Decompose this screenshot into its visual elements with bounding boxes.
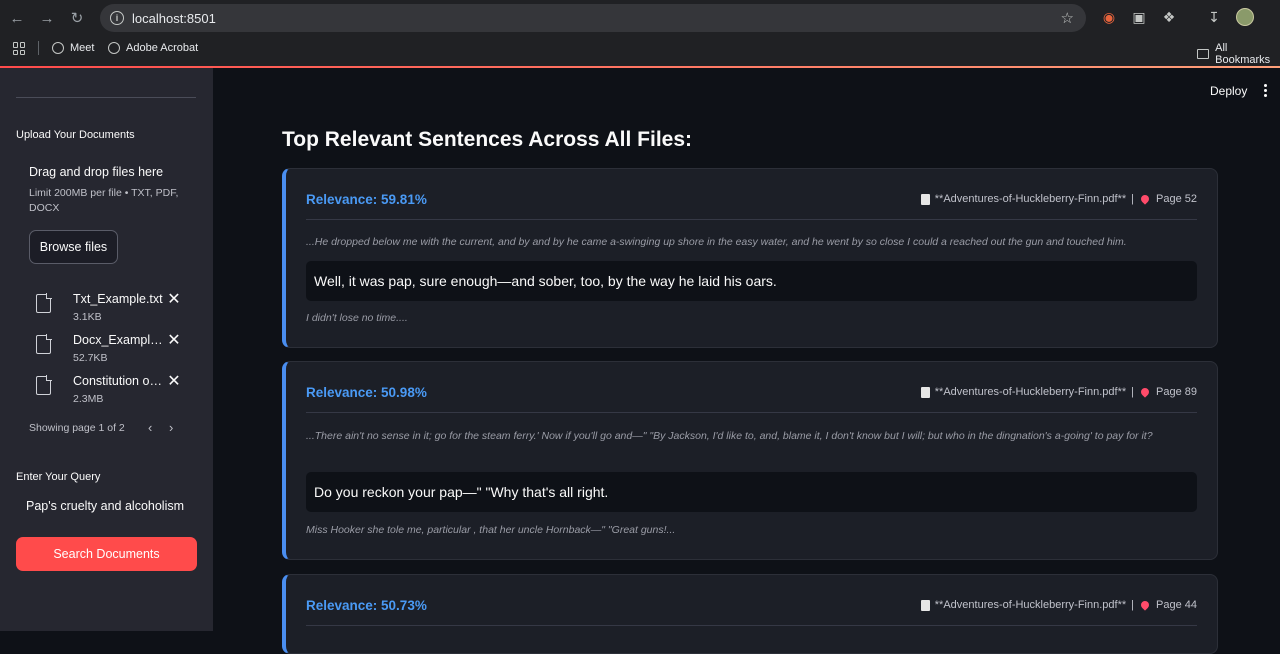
reload-icon[interactable]: ↻ xyxy=(62,3,92,33)
source-separator: | xyxy=(1131,599,1135,611)
sidebar-divider xyxy=(16,97,196,98)
bookmark-meet[interactable]: Meet xyxy=(52,42,94,54)
context-before: ...There ain't no sense in it; go for th… xyxy=(306,430,1153,442)
remove-file-icon[interactable]: ✕ xyxy=(167,333,181,349)
file-name: Constitution of India.pdf xyxy=(73,374,165,388)
matched-sentence: Well, it was pap, sure enough—and sober,… xyxy=(306,261,1197,301)
browser-chrome: ← → ↻ i localhost:8501 ☆ ◉ ▣ ❖ ↧ Meet Ad… xyxy=(0,0,1280,66)
folder-icon xyxy=(1197,49,1210,59)
dropzone-title: Drag and drop files here xyxy=(29,165,164,179)
all-bookmarks-label: All Bookmarks xyxy=(1215,42,1271,66)
result-card: Relevance: 59.81% **Adventures-of-Huckle… xyxy=(282,168,1218,348)
bookmark-label: Adobe Acrobat xyxy=(126,42,199,54)
uploaded-file: Constitution of India.pdf 2.3MB ✕ xyxy=(34,374,194,410)
main-menu-icon[interactable] xyxy=(1264,84,1268,97)
result-card: Relevance: 50.98% **Adventures-of-Huckle… xyxy=(282,361,1218,560)
address-bar[interactable]: i localhost:8501 ☆ xyxy=(100,4,1086,32)
query-input[interactable]: Pap's cruelty and alcoholism xyxy=(26,499,184,513)
deploy-button[interactable]: Deploy xyxy=(1210,84,1247,98)
remove-file-icon[interactable]: ✕ xyxy=(167,374,181,390)
matched-sentence: Do you reckon your pap—" "Why that's all… xyxy=(306,472,1197,512)
url-text: localhost:8501 xyxy=(132,10,216,26)
bookmark-label: Meet xyxy=(70,42,95,54)
file-size: 2.3MB xyxy=(73,393,104,405)
pin-icon xyxy=(1139,386,1151,398)
extensions-puzzle-icon[interactable]: ❖ xyxy=(1160,8,1178,26)
source-page: Page 89 xyxy=(1156,386,1197,398)
result-source: **Adventures-of-Huckleberry-Finn.pdf** |… xyxy=(920,193,1197,205)
pin-icon xyxy=(1139,599,1151,611)
document-icon xyxy=(920,386,930,398)
card-divider xyxy=(306,625,1197,626)
relevance-score: Relevance: 59.81% xyxy=(306,192,427,207)
uploaded-file: Docx_Example.docx 52.7KB ✕ xyxy=(34,333,194,369)
dropzone-limit: Limit 200MB per file • TXT, PDF, DOCX xyxy=(29,187,179,214)
bookmarks-bar: Meet Adobe Acrobat All Bookmarks xyxy=(0,36,1280,66)
sidebar: Upload Your Documents Drag and drop file… xyxy=(0,68,213,631)
upload-label: Upload Your Documents xyxy=(16,129,135,141)
source-separator: | xyxy=(1131,193,1135,205)
context-after: I didn't lose no time.... xyxy=(306,312,408,324)
source-page: Page 44 xyxy=(1156,599,1197,611)
result-source: **Adventures-of-Huckleberry-Finn.pdf** |… xyxy=(920,386,1197,398)
file-size: 52.7KB xyxy=(73,352,108,364)
browse-files-button[interactable]: Browse files xyxy=(29,230,118,264)
source-file: **Adventures-of-Huckleberry-Finn.pdf** xyxy=(934,599,1127,611)
card-divider xyxy=(306,219,1197,220)
next-page-icon[interactable]: › xyxy=(169,420,173,435)
bookmark-star-icon[interactable]: ☆ xyxy=(1061,9,1074,27)
source-file: **Adventures-of-Huckleberry-Finn.pdf** xyxy=(934,386,1127,398)
pager-text: Showing page 1 of 2 xyxy=(29,422,125,434)
uploaded-file: Txt_Example.txt 3.1KB ✕ xyxy=(34,292,194,328)
document-icon xyxy=(920,193,930,205)
card-divider xyxy=(306,412,1197,413)
file-size: 3.1KB xyxy=(73,311,102,323)
result-card: Relevance: 50.73% **Adventures-of-Huckle… xyxy=(282,574,1218,654)
context-before: ...He dropped below me with the current,… xyxy=(306,236,1127,248)
extension-fox-icon[interactable]: ◉ xyxy=(1100,8,1118,26)
back-icon[interactable]: ← xyxy=(2,3,32,33)
query-label: Enter Your Query xyxy=(16,471,101,483)
pin-icon xyxy=(1139,193,1151,205)
prev-page-icon[interactable]: ‹ xyxy=(148,420,152,435)
browser-toolbar: ← → ↻ i localhost:8501 ☆ ◉ ▣ ❖ ↧ xyxy=(0,0,1280,36)
file-icon xyxy=(36,334,52,354)
source-separator: | xyxy=(1131,386,1135,398)
context-after: Miss Hooker she tole me, particular , th… xyxy=(306,524,676,536)
globe-icon xyxy=(52,42,64,54)
all-bookmarks[interactable]: All Bookmarks xyxy=(1197,42,1280,66)
profile-avatar-icon[interactable] xyxy=(1236,8,1254,26)
document-icon xyxy=(920,599,930,611)
search-documents-button[interactable]: Search Documents xyxy=(16,537,197,571)
file-icon xyxy=(36,375,52,395)
relevance-score: Relevance: 50.73% xyxy=(306,598,427,613)
remove-file-icon[interactable]: ✕ xyxy=(167,292,181,308)
relevance-score: Relevance: 50.98% xyxy=(306,385,427,400)
extension-tabs-icon[interactable]: ▣ xyxy=(1130,8,1148,26)
result-source: **Adventures-of-Huckleberry-Finn.pdf** |… xyxy=(920,599,1197,611)
file-name: Docx_Example.docx xyxy=(73,333,165,347)
download-icon[interactable]: ↧ xyxy=(1205,8,1223,26)
site-info-icon[interactable]: i xyxy=(110,11,124,25)
file-name: Txt_Example.txt xyxy=(73,292,163,306)
page-title: Top Relevant Sentences Across All Files: xyxy=(282,128,693,151)
source-file: **Adventures-of-Huckleberry-Finn.pdf** xyxy=(934,193,1127,205)
file-icon xyxy=(36,293,52,313)
bookmark-adobe-acrobat[interactable]: Adobe Acrobat xyxy=(108,42,198,54)
forward-icon[interactable]: → xyxy=(32,3,62,33)
globe-icon xyxy=(108,42,120,54)
source-page: Page 52 xyxy=(1156,193,1197,205)
